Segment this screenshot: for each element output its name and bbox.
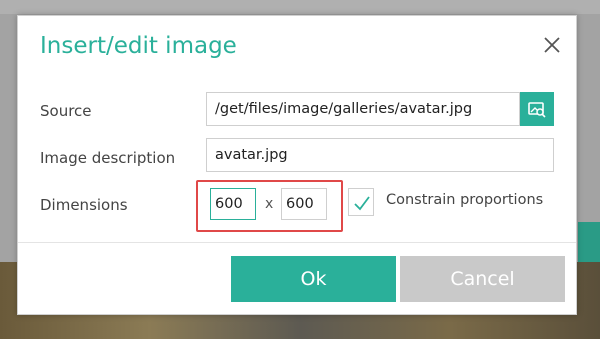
checkmark-icon — [354, 196, 370, 211]
ok-button[interactable]: Ok — [231, 256, 396, 302]
backdrop-teal-edge — [578, 222, 600, 262]
backdrop-top-band — [0, 0, 600, 14]
image-description-label: Image description — [40, 149, 176, 167]
close-icon — [544, 37, 560, 53]
footer-divider — [18, 242, 576, 243]
dialog-header: Insert/edit image — [18, 16, 576, 78]
dialog-title: Insert/edit image — [40, 33, 237, 59]
dimensions-label: Dimensions — [40, 196, 128, 214]
width-input[interactable]: 600 — [210, 188, 256, 220]
source-label: Source — [40, 102, 92, 120]
cancel-button[interactable]: Cancel — [400, 256, 565, 302]
insert-image-dialog: Insert/edit image Source /get/files/imag… — [17, 15, 577, 315]
browse-image-icon — [528, 102, 546, 118]
constrain-proportions-label: Constrain proportions — [386, 192, 544, 208]
close-button[interactable] — [538, 31, 566, 59]
source-input[interactable]: /get/files/image/galleries/avatar.jpg — [206, 92, 520, 126]
dimension-separator: x — [265, 196, 274, 212]
image-description-input[interactable]: avatar.jpg — [206, 138, 554, 172]
height-input[interactable]: 600 — [281, 188, 327, 220]
browse-button[interactable] — [520, 92, 554, 126]
constrain-proportions-checkbox[interactable] — [348, 188, 374, 216]
